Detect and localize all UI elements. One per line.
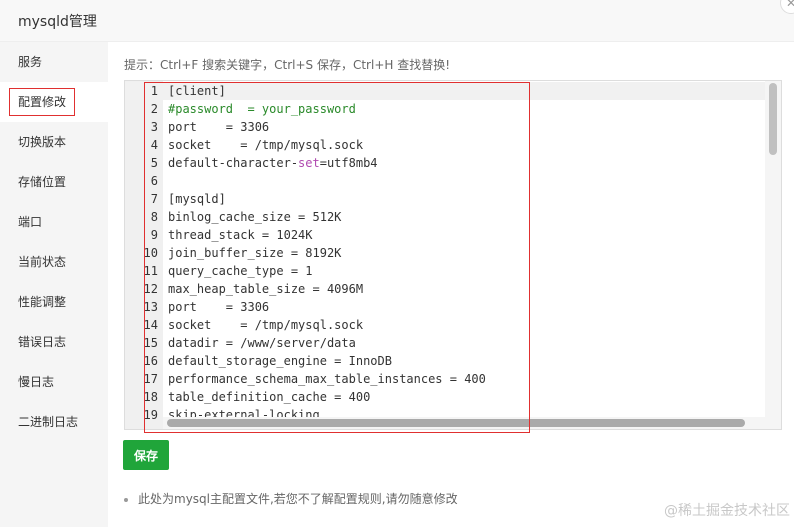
- line-number: 13: [143, 300, 158, 314]
- line-number: 10: [143, 246, 158, 260]
- sidebar-item-port[interactable]: 端口: [0, 202, 108, 242]
- sidebar-item-label: 性能调整: [18, 295, 67, 309]
- editor-line[interactable]: 10 join_buffer_size = 8192K: [125, 244, 765, 262]
- line-number: 2: [150, 102, 158, 116]
- editor-line[interactable]: 6: [125, 172, 765, 190]
- line-number: 4: [150, 138, 158, 152]
- code-text[interactable]: default_storage_engine = InnoDB: [168, 352, 392, 370]
- sidebar-item-slow-log[interactable]: 慢日志: [0, 362, 108, 402]
- editor-line[interactable]: 2 #password = your_password: [125, 100, 765, 118]
- code-text[interactable]: port = 3306: [168, 298, 269, 316]
- editor-line[interactable]: 7 [mysqld]: [125, 190, 765, 208]
- bullet-icon: [124, 497, 128, 502]
- vertical-scrollbar[interactable]: [765, 81, 781, 429]
- editor-line[interactable]: 18 table_definition_cache = 400: [125, 388, 765, 406]
- editor-line[interactable]: 11 query_cache_type = 1: [125, 262, 765, 280]
- line-number: 11: [143, 264, 158, 278]
- editor-line[interactable]: 17 performance_schema_max_table_instances…: [125, 370, 765, 388]
- code-text[interactable]: default-character-set=utf8mb4: [168, 154, 378, 172]
- sidebar-item-config[interactable]: 配置修改: [0, 82, 108, 122]
- config-editor[interactable]: 1 [client] 2 #password = your_password 3 port…: [124, 80, 782, 430]
- line-number: 14: [143, 318, 158, 332]
- editor-line[interactable]: 14 socket = /tmp/mysql.sock: [125, 316, 765, 334]
- code-text[interactable]: performance_schema_max_table_instances =…: [168, 370, 486, 388]
- code-text[interactable]: query_cache_type = 1: [168, 262, 313, 280]
- editor-line[interactable]: 16 default_storage_engine = InnoDB: [125, 352, 765, 370]
- line-number: 7: [150, 192, 158, 206]
- code-text[interactable]: datadir = /www/server/data: [168, 334, 356, 352]
- code-text[interactable]: socket = /tmp/mysql.sock: [168, 136, 363, 154]
- sidebar-item-binlog[interactable]: 二进制日志: [0, 402, 108, 442]
- sidebar-item-performance[interactable]: 性能调整: [0, 282, 108, 322]
- code-text[interactable]: socket = /tmp/mysql.sock: [168, 316, 363, 334]
- window-title: mysqld管理: [18, 14, 97, 30]
- sidebar-item-label: 端口: [18, 215, 43, 229]
- line-number: 18: [143, 390, 158, 404]
- line-number: 19: [143, 408, 158, 422]
- sidebar-item-service[interactable]: 服务: [0, 42, 108, 82]
- line-number: 17: [143, 372, 158, 386]
- editor-line[interactable]: 5 default-character-set=utf8mb4: [125, 154, 765, 172]
- sidebar: 服务 配置修改 切换版本 存储位置 端口 当前状态 性能调整 错误日志 慢日志 …: [0, 42, 108, 527]
- horizontal-scroll-thumb[interactable]: [167, 419, 745, 427]
- line-number: 1: [150, 84, 158, 98]
- sidebar-item-label: 服务: [18, 55, 43, 69]
- editor-line[interactable]: 3 port = 3306: [125, 118, 765, 136]
- code-text[interactable]: binlog_cache_size = 512K: [168, 208, 341, 226]
- editor-line[interactable]: 8 binlog_cache_size = 512K: [125, 208, 765, 226]
- sidebar-item-status[interactable]: 当前状态: [0, 242, 108, 282]
- sidebar-item-label: 存储位置: [18, 175, 67, 189]
- sidebar-item-error-log[interactable]: 错误日志: [0, 322, 108, 362]
- horizontal-scrollbar[interactable]: [163, 417, 765, 429]
- save-button[interactable]: 保存: [123, 440, 169, 470]
- sidebar-item-label: 当前状态: [18, 255, 67, 269]
- code-text[interactable]: port = 3306: [168, 118, 269, 136]
- code-text[interactable]: [client]: [168, 82, 226, 100]
- line-number: 12: [143, 282, 158, 296]
- line-number: 16: [143, 354, 158, 368]
- sidebar-item-storage[interactable]: 存储位置: [0, 162, 108, 202]
- sidebar-item-label: 二进制日志: [18, 415, 79, 429]
- vertical-scroll-thumb[interactable]: [769, 83, 777, 155]
- shortcut-hint: 提示：Ctrl+F 搜索关键字，Ctrl+S 保存，Ctrl+H 查找替换!: [124, 58, 451, 72]
- line-number: 15: [143, 336, 158, 350]
- line-number: 6: [150, 174, 158, 188]
- watermark: @稀土掘金技术社区: [664, 503, 790, 519]
- code-text[interactable]: max_heap_table_size = 4096M: [168, 280, 363, 298]
- code-text[interactable]: table_definition_cache = 400: [168, 388, 370, 406]
- editor-line[interactable]: 13 port = 3306: [125, 298, 765, 316]
- config-note-text: 此处为mysql主配置文件,若您不了解配置规则,请勿随意修改: [138, 492, 458, 506]
- sidebar-item-label: 错误日志: [18, 335, 67, 349]
- code-text[interactable]: #password = your_password: [168, 100, 356, 118]
- line-number: 8: [150, 210, 158, 224]
- code-text[interactable]: join_buffer_size = 8192K: [168, 244, 341, 262]
- editor-line[interactable]: 1 [client]: [125, 82, 765, 100]
- editor-line[interactable]: 4 socket = /tmp/mysql.sock: [125, 136, 765, 154]
- line-number: 3: [150, 120, 158, 134]
- sidebar-item-label: 配置修改: [9, 88, 76, 116]
- sidebar-item-switch-version[interactable]: 切换版本: [0, 122, 108, 162]
- editor-line[interactable]: 9 thread_stack = 1024K: [125, 226, 765, 244]
- sidebar-item-label: 切换版本: [18, 135, 67, 149]
- editor-line[interactable]: 12 max_heap_table_size = 4096M: [125, 280, 765, 298]
- code-text[interactable]: thread_stack = 1024K: [168, 226, 313, 244]
- line-number: 9: [150, 228, 158, 242]
- sidebar-item-label: 慢日志: [18, 375, 55, 389]
- line-number: 5: [150, 156, 158, 170]
- editor-line[interactable]: 15 datadir = /www/server/data: [125, 334, 765, 352]
- code-text[interactable]: [mysqld]: [168, 190, 226, 208]
- config-note: 此处为mysql主配置文件,若您不了解配置规则,请勿随意修改: [124, 490, 458, 507]
- window-titlebar: mysqld管理: [0, 0, 794, 42]
